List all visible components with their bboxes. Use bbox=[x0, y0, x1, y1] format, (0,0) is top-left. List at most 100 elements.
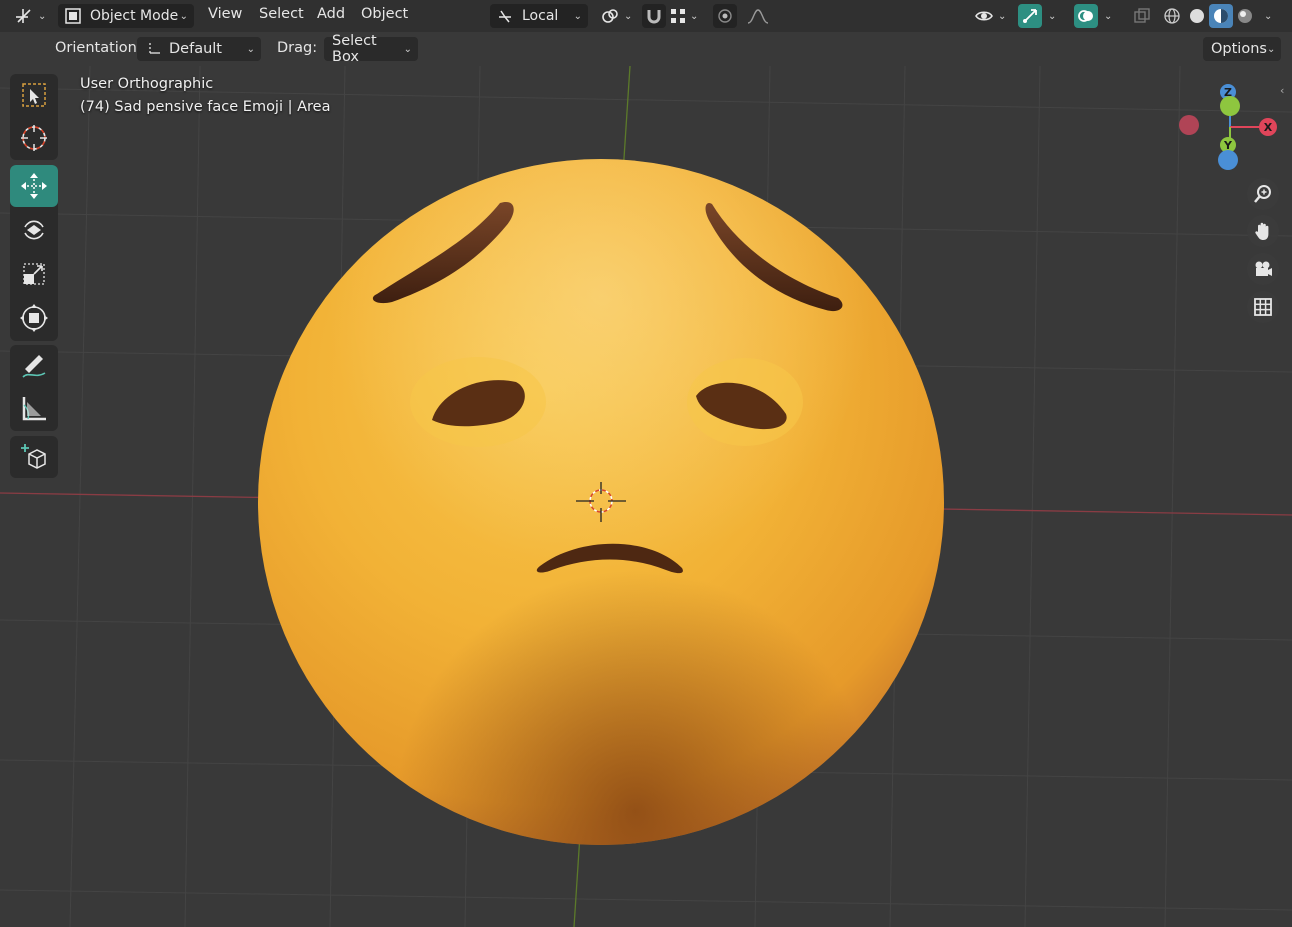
snap-target-button[interactable]: ⌄ bbox=[668, 4, 706, 28]
mode-selector[interactable]: Object Mode ⌄ bbox=[58, 4, 194, 28]
viewport-scene bbox=[0, 65, 1292, 927]
rotate-tool[interactable] bbox=[10, 209, 58, 251]
menu-view[interactable]: View bbox=[208, 6, 242, 22]
annotate-tool[interactable] bbox=[10, 345, 58, 387]
chevron-down-icon: ⌄ bbox=[998, 10, 1007, 22]
annotate-tool-group bbox=[10, 345, 58, 431]
pivot-point-button[interactable]: ⌄ bbox=[596, 4, 634, 28]
chevron-down-icon: ⌄ bbox=[246, 43, 255, 55]
select-box-tool[interactable] bbox=[10, 74, 58, 116]
chevron-down-icon: ⌄ bbox=[403, 43, 412, 55]
gizmo-dropdown[interactable]: ⌄ bbox=[1044, 4, 1064, 28]
options-dropdown[interactable]: Options ⌄ bbox=[1203, 37, 1281, 61]
grid-view-icon[interactable] bbox=[1247, 291, 1279, 323]
rendered-shading-icon bbox=[1238, 9, 1252, 23]
gizmo-toggle[interactable] bbox=[1018, 4, 1042, 28]
camera-icon[interactable] bbox=[1247, 253, 1279, 285]
chevron-down-icon: ⌄ bbox=[690, 10, 699, 22]
chevron-down-icon: ⌄ bbox=[1048, 10, 1057, 22]
solid-shading-button[interactable] bbox=[1185, 4, 1209, 28]
object-info-label: (74) Sad pensive face Emoji | Area bbox=[80, 99, 331, 115]
measure-tool[interactable] bbox=[10, 388, 58, 430]
xray-icon bbox=[1134, 8, 1150, 23]
drag-value: Select Box bbox=[332, 33, 377, 65]
solid-shading-icon bbox=[1190, 9, 1204, 23]
wireframe-shading-button[interactable] bbox=[1160, 4, 1184, 28]
visibility-button[interactable]: ⌄ bbox=[972, 4, 1010, 28]
chevron-down-icon: ⌄ bbox=[1104, 10, 1113, 22]
menu-object[interactable]: Object bbox=[361, 6, 408, 22]
menu-add[interactable]: Add bbox=[317, 6, 345, 22]
material-preview-icon bbox=[1214, 9, 1228, 23]
orientation-setting-label: Orientation: bbox=[55, 40, 142, 56]
overlays-dropdown[interactable]: ⌄ bbox=[1100, 4, 1120, 28]
proportional-editing-toggle[interactable] bbox=[713, 4, 737, 28]
material-preview-button[interactable] bbox=[1209, 4, 1233, 28]
move-icon bbox=[21, 173, 47, 199]
view-name-label: User Orthographic bbox=[80, 76, 214, 92]
falloff-curve-icon bbox=[747, 9, 769, 24]
add-tool-group bbox=[10, 436, 58, 478]
transform-tool[interactable] bbox=[10, 297, 58, 339]
chevron-down-icon: ⌄ bbox=[624, 10, 633, 22]
sidebar-toggle-icon[interactable]: ‹ bbox=[1280, 84, 1284, 97]
magnet-icon bbox=[647, 10, 661, 24]
chevron-down-icon: ⌄ bbox=[179, 10, 188, 22]
zoom-icon[interactable] bbox=[1247, 178, 1279, 210]
gizmo-icon bbox=[1023, 9, 1037, 23]
rotate-icon bbox=[24, 220, 44, 240]
pivot-link-icon bbox=[602, 9, 618, 23]
chevron-down-icon: ⌄ bbox=[1266, 43, 1276, 55]
mode-label: Object Mode bbox=[90, 8, 179, 24]
orientation-label: Local bbox=[522, 8, 559, 24]
drag-dropdown[interactable]: Select Box ⌄ bbox=[324, 33, 418, 65]
drag-setting-label: Drag: bbox=[277, 40, 318, 56]
transform-orientation-dropdown[interactable]: Local ⌄ bbox=[490, 4, 588, 28]
emoji-object[interactable] bbox=[258, 159, 944, 845]
orientation-icon bbox=[499, 10, 511, 23]
chevron-down-icon: ⌄ bbox=[1264, 10, 1273, 22]
falloff-button[interactable] bbox=[740, 4, 776, 28]
transform-icon bbox=[20, 304, 48, 332]
editor-type-button[interactable]: ⌄ bbox=[14, 4, 50, 28]
wireframe-shading-icon bbox=[1164, 8, 1180, 24]
scale-icon bbox=[23, 263, 45, 285]
x-axis-label: X bbox=[1264, 121, 1273, 134]
orientation-axes-icon bbox=[149, 43, 160, 54]
scale-tool[interactable] bbox=[10, 253, 58, 295]
move-tool[interactable] bbox=[10, 165, 58, 207]
xray-toggle[interactable] bbox=[1130, 4, 1154, 28]
axis-gizmo-icon bbox=[16, 9, 31, 23]
cursor-icon bbox=[21, 125, 47, 151]
rendered-shading-button[interactable] bbox=[1233, 4, 1257, 28]
measure-icon bbox=[22, 397, 46, 421]
orientation-dropdown[interactable]: Default ⌄ bbox=[137, 37, 261, 61]
select-tool-group bbox=[10, 74, 58, 160]
add-cube-tool[interactable] bbox=[10, 436, 58, 478]
add-cube-icon bbox=[21, 444, 46, 469]
transform-tool-group bbox=[10, 165, 58, 341]
neg-z-handle[interactable] bbox=[1220, 96, 1240, 116]
overlays-icon bbox=[1078, 10, 1093, 22]
shading-dropdown[interactable]: ⌄ bbox=[1260, 4, 1280, 28]
proportional-editing-icon bbox=[718, 9, 732, 23]
viewport-header: ⌄ Object Mode ⌄ View Select Add Object L… bbox=[0, 0, 1292, 32]
neg-x-axis-handle[interactable] bbox=[1179, 115, 1199, 135]
menu-select[interactable]: Select bbox=[259, 6, 304, 22]
select-box-icon bbox=[22, 83, 46, 107]
chevron-down-icon: ⌄ bbox=[573, 10, 582, 22]
grid-snap-icon bbox=[671, 9, 685, 23]
snap-toggle[interactable] bbox=[642, 4, 666, 28]
chevron-down-icon: ⌄ bbox=[38, 10, 47, 22]
tool-settings-bar: Orientation: Default ⌄ Drag: Select Box … bbox=[0, 32, 1292, 66]
annotate-icon bbox=[22, 355, 46, 378]
object-mode-icon bbox=[65, 8, 81, 24]
hand-pan-icon[interactable] bbox=[1247, 215, 1279, 247]
navigation-gizmo[interactable]: Z X Y bbox=[1170, 80, 1280, 175]
cursor-tool[interactable] bbox=[10, 117, 58, 159]
orientation-value: Default bbox=[169, 41, 222, 57]
3d-viewport[interactable]: User Orthographic (74) Sad pensive face … bbox=[0, 0, 1292, 927]
options-label: Options bbox=[1211, 41, 1267, 57]
neg-y-handle[interactable] bbox=[1218, 150, 1238, 170]
overlays-toggle[interactable] bbox=[1074, 4, 1098, 28]
